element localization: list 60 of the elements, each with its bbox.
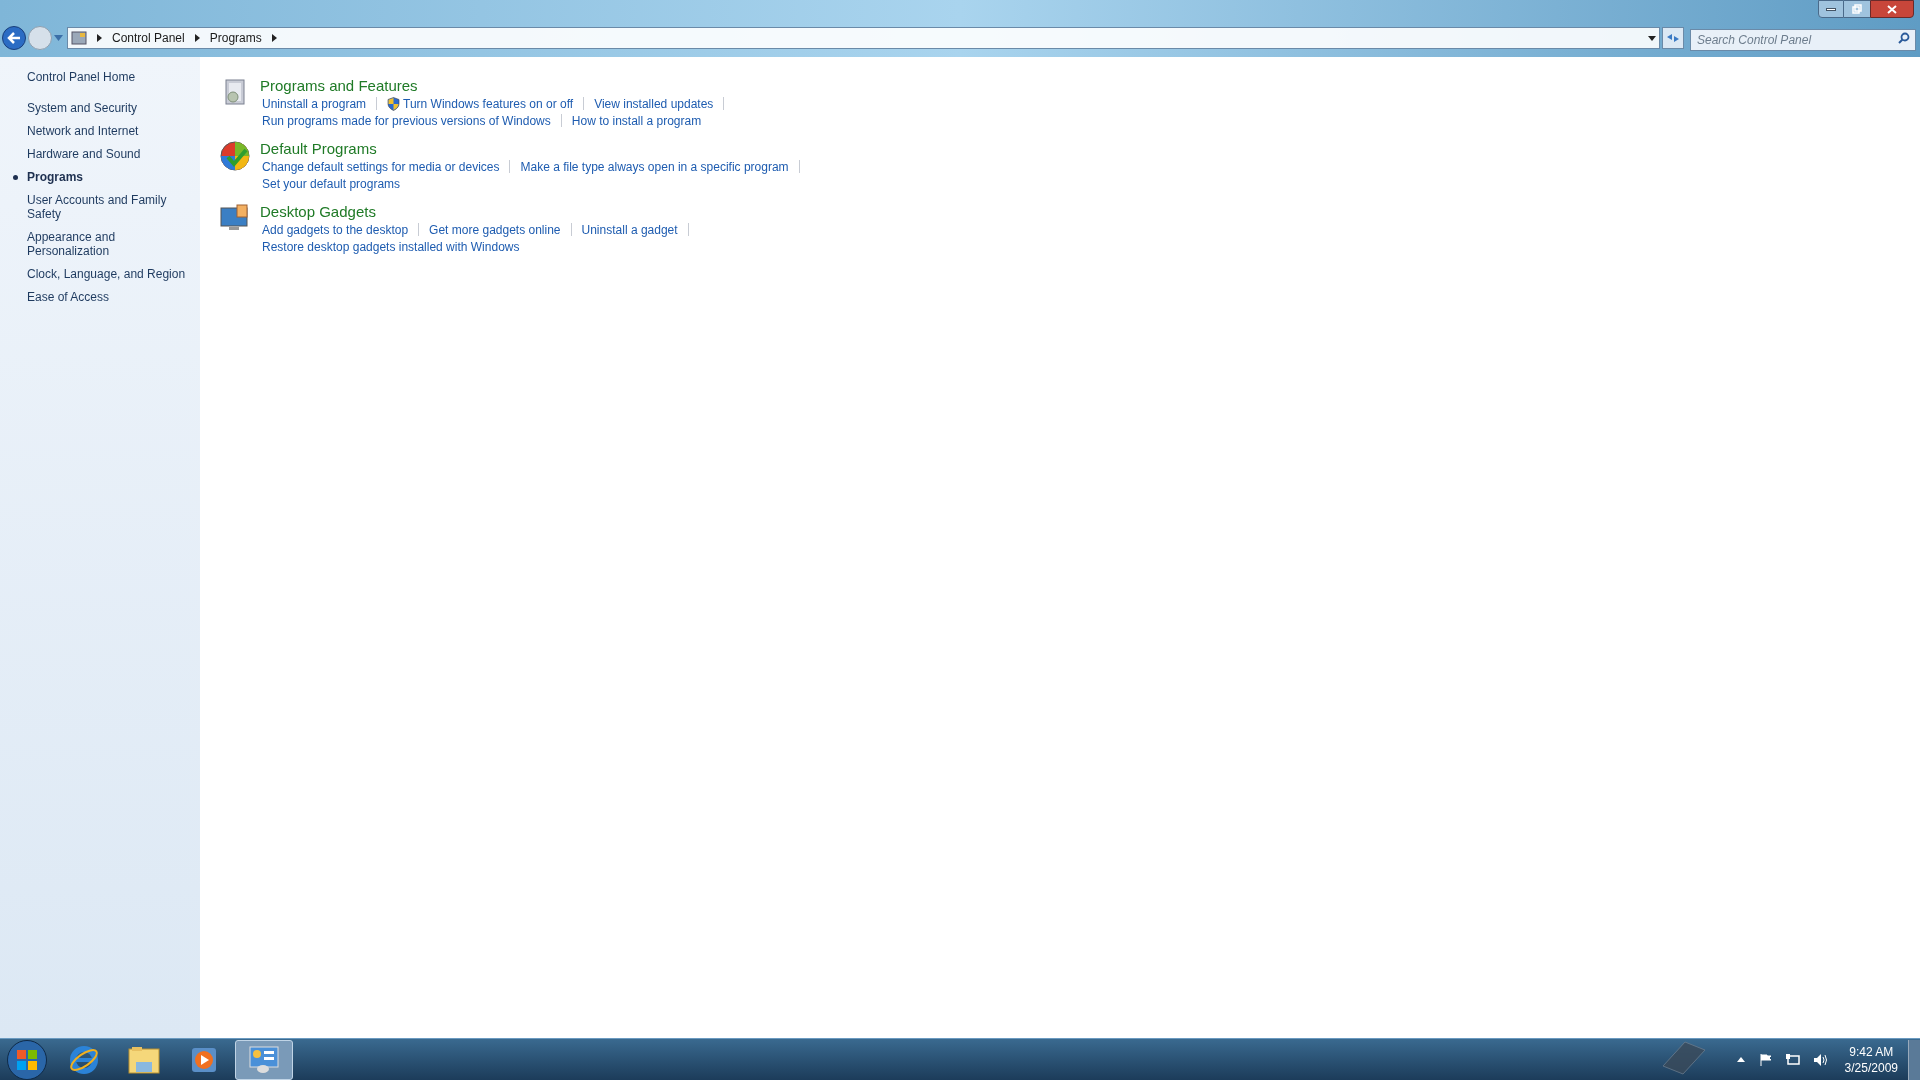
task-link[interactable]: Turn Windows features on or off: [403, 94, 574, 113]
section-title-link[interactable]: Default Programs: [260, 139, 800, 158]
sidebar-link[interactable]: Network and Internet: [27, 124, 187, 138]
task-link[interactable]: Uninstall a program: [262, 94, 367, 113]
clock[interactable]: 9:42 AM 3/25/2009: [1844, 1043, 1898, 1076]
folder-icon: [128, 1045, 160, 1074]
minimize-button[interactable]: [1818, 0, 1844, 18]
task-link[interactable]: View installed updates: [594, 94, 714, 113]
task-link[interactable]: Run programs made for previous versions of Windows: [262, 111, 551, 130]
breadcrumb-arrow-icon[interactable]: [271, 34, 277, 42]
taskbar-app-button[interactable]: [235, 1039, 293, 1080]
task-link[interactable]: Restore desktop gadgets installed with Windows: [262, 237, 520, 256]
clock-date: 3/25/2009: [1844, 1059, 1898, 1076]
sidebar-link[interactable]: Appearance and Personalization: [27, 230, 187, 258]
task-link[interactable]: Add gadgets to the desktop: [262, 220, 409, 239]
section-title-link[interactable]: Desktop Gadgets: [260, 202, 689, 221]
control-panel-small-icon: [71, 31, 87, 45]
close-button[interactable]: [1870, 0, 1914, 18]
sidebar-link[interactable]: System and Security: [27, 101, 187, 115]
sidebar-link[interactable]: Ease of Access: [27, 290, 187, 304]
task-link[interactable]: Get more gadgets online: [429, 220, 561, 239]
sidebar-link[interactable]: Control Panel Home: [27, 70, 187, 84]
clock-time: 9:42 AM: [1849, 1043, 1894, 1060]
task-link[interactable]: How to install a program: [571, 111, 702, 130]
task-link[interactable]: Set your default programs: [262, 174, 401, 193]
breadcrumb-item[interactable]: Programs: [209, 29, 262, 47]
show-hidden-icons-arrow[interactable]: [1736, 1057, 1745, 1062]
browser-e-icon: [69, 1044, 99, 1075]
refresh-button[interactable]: [1662, 27, 1684, 49]
control-panel-icon: [249, 1045, 279, 1074]
play-button-icon: [191, 1046, 217, 1073]
address-bar[interactable]: Control Panel Programs: [67, 27, 1660, 49]
shield-icon: [387, 96, 401, 111]
start-button[interactable]: [7, 1039, 47, 1080]
network-icon[interactable]: [1784, 1052, 1801, 1067]
task-link[interactable]: Change default settings for media or devices: [262, 157, 500, 176]
back-arrow-icon: [7, 32, 21, 44]
monitor-gadget-icon: [219, 203, 251, 233]
restore-button[interactable]: [1844, 0, 1870, 18]
speaker-icon[interactable]: [1812, 1052, 1829, 1067]
breadcrumb-arrow-icon[interactable]: [194, 34, 200, 42]
dropdown-caret-icon[interactable]: [1648, 35, 1656, 41]
windows-logo-icon: [16, 1048, 38, 1071]
search-icon[interactable]: [1898, 32, 1910, 44]
refresh-arrows-icon: [1666, 32, 1680, 44]
restore-icon: [1852, 4, 1862, 14]
breadcrumb-item[interactable]: Control Panel: [112, 29, 185, 47]
task-link[interactable]: Uninstall a gadget: [581, 220, 678, 239]
sidebar-link[interactable]: User Accounts and Family Safety: [27, 193, 187, 221]
section-title-link[interactable]: Programs and Features: [260, 76, 725, 95]
search-field[interactable]: Search Control Panel: [1690, 29, 1916, 51]
breadcrumb-arrow-icon[interactable]: [97, 34, 102, 42]
back-button[interactable]: [2, 26, 26, 50]
sidebar-link[interactable]: Clock, Language, and Region: [27, 267, 187, 281]
close-icon: [1887, 4, 1897, 14]
flag-icon[interactable]: [1758, 1052, 1773, 1067]
colored-globe-check-icon: [219, 140, 251, 172]
task-link[interactable]: Make a file type always open in a specific program: [520, 157, 789, 176]
sidebar-link[interactable]: Programs: [27, 170, 187, 184]
sidebar-link[interactable]: Hardware and Sound: [27, 147, 187, 161]
